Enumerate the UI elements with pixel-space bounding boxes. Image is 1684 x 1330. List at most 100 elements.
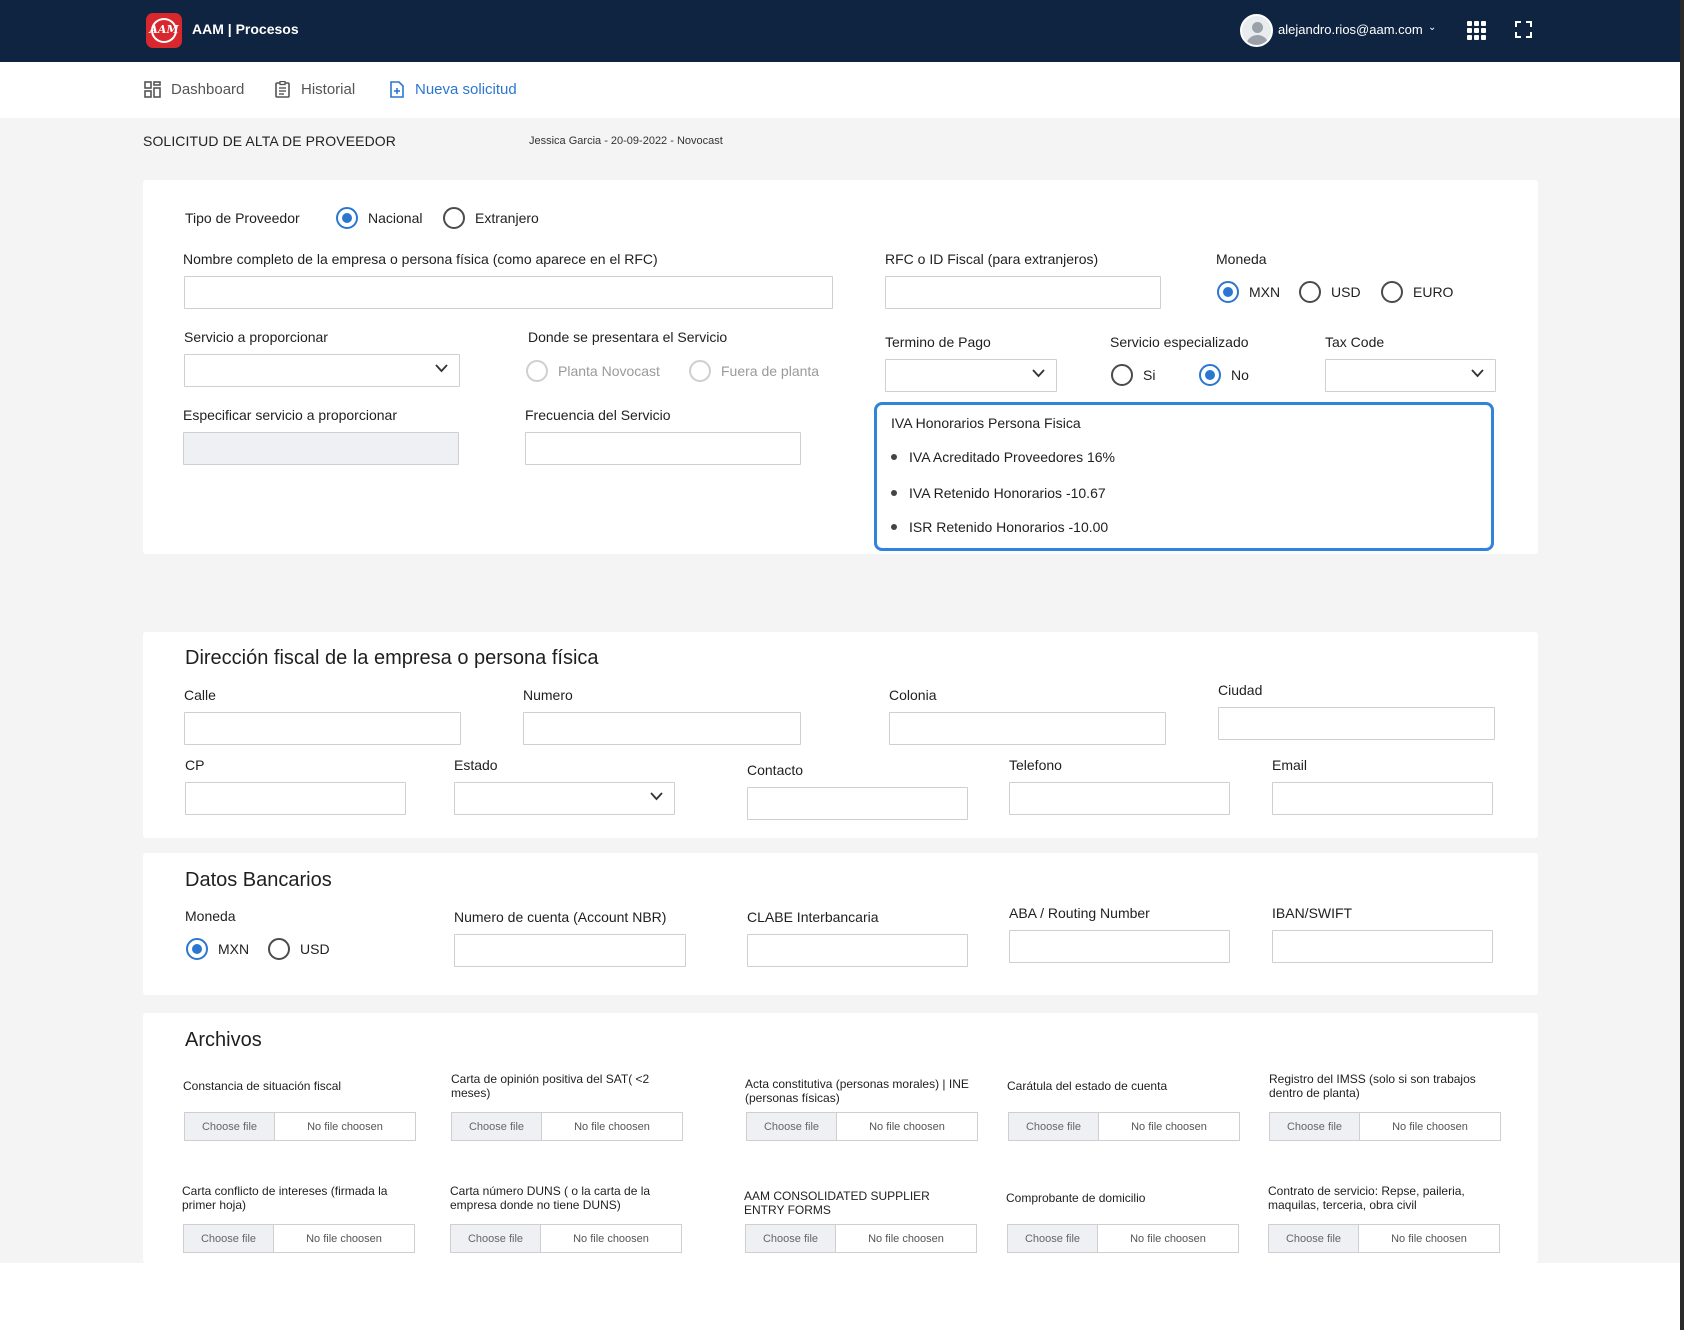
chevron-down-icon[interactable]: ⌄: [1428, 22, 1436, 33]
aba-label: ABA / Routing Number: [1009, 905, 1150, 921]
file-input[interactable]: Choose file No file choosen: [746, 1112, 978, 1141]
file-label: Contrato de servicio: Repse, paileria, m…: [1268, 1184, 1465, 1212]
file-input[interactable]: Choose file No file choosen: [745, 1224, 977, 1253]
telefono-input[interactable]: [1009, 782, 1230, 815]
clabe-label: CLABE Interbancaria: [747, 909, 879, 925]
nav-historial[interactable]: Historial: [274, 81, 355, 98]
file-input[interactable]: Choose file No file choosen: [1007, 1224, 1239, 1253]
radio-nacional-label: Nacional: [368, 210, 423, 226]
cp-input[interactable]: [185, 782, 406, 815]
iva-honorarios-box: IVA Honorarios Persona Fisica IVA Acredi…: [874, 402, 1494, 551]
new-document-icon: [390, 81, 404, 98]
choose-file-button[interactable]: Choose file: [452, 1113, 542, 1140]
choose-file-button[interactable]: Choose file: [1009, 1113, 1099, 1140]
moneda-mxn-label: MXN: [1249, 284, 1281, 300]
donde-label: Donde se presentara el Servicio: [528, 329, 728, 345]
ciudad-input[interactable]: [1218, 707, 1495, 740]
file-input[interactable]: Choose file No file choosen: [451, 1112, 683, 1141]
file-input[interactable]: Choose file No file choosen: [183, 1224, 415, 1253]
choose-file-button[interactable]: Choose file: [1008, 1225, 1098, 1252]
nav-nueva-label: Nueva solicitud: [415, 81, 517, 98]
file-label: Carta conflicto de intereses (firmada la…: [182, 1184, 388, 1212]
dashboard-icon: [144, 81, 161, 98]
page-title: SOLICITUD DE ALTA DE PROVEEDOR: [143, 133, 396, 149]
tipo-proveedor-label: Tipo de Proveedor: [185, 210, 300, 226]
apps-grid-icon[interactable]: [1467, 21, 1487, 41]
banco-moneda-label: Moneda: [185, 908, 236, 924]
frecuencia-input[interactable]: [525, 432, 801, 465]
colonia-input[interactable]: [889, 712, 1166, 745]
colonia-label: Colonia: [889, 687, 937, 703]
file-input[interactable]: Choose file No file choosen: [1268, 1224, 1500, 1253]
fuera-planta-label: Fuera de planta: [721, 363, 820, 379]
radio-banco-mxn[interactable]: MXN: [186, 938, 249, 960]
radio-especializado-si[interactable]: Si: [1111, 364, 1155, 386]
user-email[interactable]: alejandro.rios@aam.com: [1278, 22, 1423, 37]
nombre-input[interactable]: [184, 276, 833, 309]
cuenta-input[interactable]: [454, 934, 686, 967]
aam-logo[interactable]: AAM: [146, 13, 182, 48]
radio-moneda-mxn[interactable]: MXN: [1217, 281, 1280, 303]
planta-novocast-label: Planta Novocast: [558, 363, 660, 379]
contacto-input[interactable]: [747, 787, 968, 820]
email-input[interactable]: [1272, 782, 1493, 815]
radio-nacional[interactable]: Nacional: [336, 207, 422, 229]
esp-no-label: No: [1231, 367, 1249, 383]
rfc-label: RFC o ID Fiscal (para extranjeros): [885, 251, 1099, 267]
estado-select[interactable]: [454, 782, 675, 815]
rfc-input[interactable]: [885, 276, 1161, 309]
especificar-input[interactable]: [183, 432, 459, 465]
nav-nueva-solicitud[interactable]: Nueva solicitud: [388, 81, 517, 98]
numero-label: Numero: [523, 687, 573, 703]
iva-title: IVA Honorarios Persona Fisica: [891, 415, 1081, 431]
termino-select[interactable]: [885, 359, 1057, 392]
choose-file-button[interactable]: Choose file: [451, 1225, 541, 1252]
radio-extranjero[interactable]: Extranjero: [443, 207, 539, 229]
taxcode-select[interactable]: [1325, 359, 1496, 392]
file-status: No file choosen: [868, 1232, 944, 1245]
file-status: No file choosen: [1391, 1232, 1467, 1245]
file-input[interactable]: Choose file No file choosen: [184, 1112, 416, 1141]
radio-moneda-usd[interactable]: USD: [1299, 281, 1361, 303]
numero-input[interactable]: [523, 712, 801, 745]
radio-especializado-no[interactable]: No: [1199, 364, 1249, 386]
choose-file-button[interactable]: Choose file: [1270, 1113, 1360, 1140]
radio-extranjero-label: Extranjero: [475, 210, 539, 226]
top-bar: AAM AAM | Procesos alejandro.rios@aam.co…: [0, 0, 1684, 62]
nav-dashboard[interactable]: Dashboard: [144, 81, 244, 98]
especificar-label: Especificar servicio a proporcionar: [183, 407, 397, 423]
especializado-label: Servicio especializado: [1110, 334, 1249, 350]
file-status: No file choosen: [1130, 1232, 1206, 1245]
iban-input[interactable]: [1272, 930, 1493, 963]
window-edge: [1680, 0, 1684, 1330]
calle-input[interactable]: [184, 712, 461, 745]
user-avatar[interactable]: [1240, 14, 1273, 47]
nav-bar: Dashboard Historial Nueva solicitud: [0, 62, 1684, 118]
calle-label: Calle: [184, 687, 216, 703]
clabe-input[interactable]: [747, 934, 968, 967]
choose-file-button[interactable]: Choose file: [746, 1225, 836, 1252]
file-status: No file choosen: [1131, 1120, 1207, 1133]
radio-banco-usd[interactable]: USD: [268, 938, 330, 960]
chevron-down-icon: [650, 792, 663, 801]
radio-planta-novocast[interactable]: Planta Novocast: [526, 360, 660, 382]
file-input[interactable]: Choose file No file choosen: [450, 1224, 682, 1253]
choose-file-button[interactable]: Choose file: [185, 1113, 275, 1140]
chevron-down-icon: [1032, 369, 1045, 378]
radio-fuera-planta[interactable]: Fuera de planta: [689, 360, 819, 382]
clipboard-icon: [275, 81, 290, 98]
radio-moneda-euro[interactable]: EURO: [1381, 281, 1453, 303]
email-label: Email: [1272, 757, 1308, 773]
aba-input[interactable]: [1009, 930, 1230, 963]
choose-file-button[interactable]: Choose file: [184, 1225, 274, 1252]
servicio-select[interactable]: [184, 354, 460, 387]
fullscreen-icon[interactable]: [1515, 21, 1532, 38]
file-input[interactable]: Choose file No file choosen: [1269, 1112, 1501, 1141]
file-label: Carta de opinión positiva del SAT( <2 me…: [451, 1072, 650, 1100]
iva-item-label: IVA Retenido Honorarios -10.67: [909, 485, 1106, 501]
file-input[interactable]: Choose file No file choosen: [1008, 1112, 1240, 1141]
choose-file-button[interactable]: Choose file: [747, 1113, 837, 1140]
choose-file-button[interactable]: Choose file: [1269, 1225, 1359, 1252]
banco-usd-label: USD: [300, 941, 330, 957]
logo-text: AAM: [149, 23, 179, 36]
